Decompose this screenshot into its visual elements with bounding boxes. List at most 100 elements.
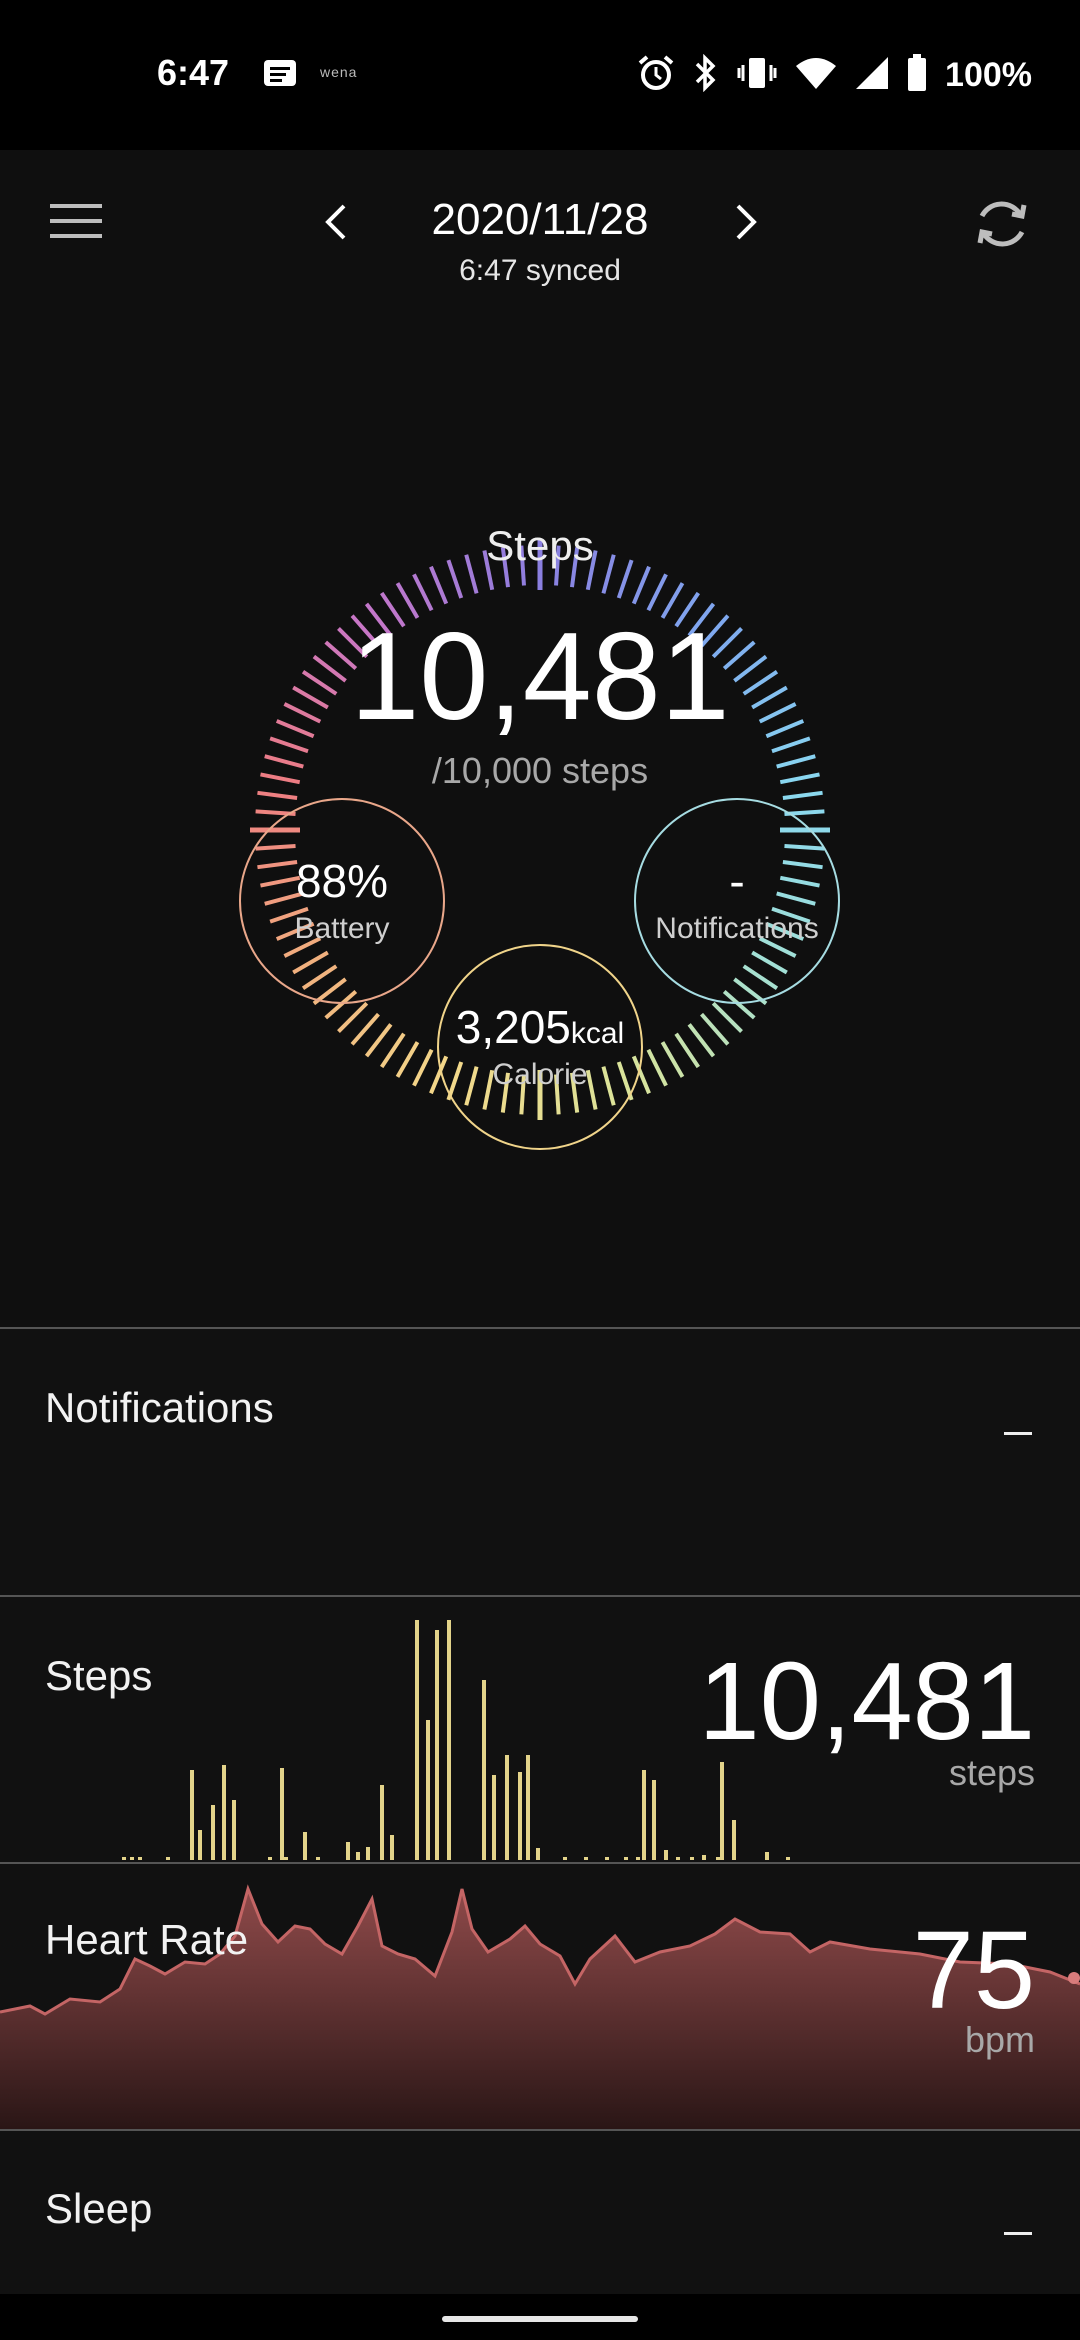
dial-label: Steps (486, 522, 594, 569)
steps-progress-ring (250, 540, 830, 1120)
calorie-label: Calorie (492, 1058, 588, 1092)
dial-tick (660, 1041, 685, 1078)
battery-metric[interactable]: 88% Battery (239, 798, 445, 1004)
steps-histogram-bar (605, 1857, 609, 1860)
sleep-card[interactable]: Sleep (0, 2129, 1080, 2296)
steps-histogram-bar (303, 1832, 307, 1860)
status-icons: 100% (637, 52, 1032, 98)
steps-histogram-bar (636, 1857, 640, 1860)
steps-histogram-bar (316, 1857, 320, 1860)
steps-histogram-bar (232, 1800, 236, 1860)
steps-histogram-bar (280, 1768, 284, 1860)
alarm-icon (637, 54, 675, 97)
steps-histogram-bar (211, 1805, 215, 1860)
notifications-card-value (1004, 1432, 1032, 1435)
steps-histogram-bar (166, 1857, 170, 1860)
dial-tick (412, 1048, 434, 1087)
steps-histogram-bar (130, 1857, 134, 1860)
steps-histogram-bar (505, 1755, 509, 1860)
notifications-metric[interactable]: - Notifications (634, 798, 840, 1004)
steps-histogram-bar (447, 1620, 451, 1860)
heart-rate-unit: bpm (964, 2019, 1035, 2060)
steps-histogram-bar (652, 1780, 656, 1860)
battery-value: 88% (295, 854, 389, 907)
steps-histogram-bar (664, 1850, 668, 1860)
calorie-unit: kcal (570, 1016, 625, 1050)
notifications-card-title: Notifications (45, 1384, 274, 1431)
dial-tick (337, 1001, 369, 1033)
steps-histogram-bar (366, 1847, 370, 1860)
calorie-metric[interactable]: 3,205kcal Calorie (437, 944, 643, 1150)
heart-rate-card[interactable]: Heart Rate 75 bpm (0, 1862, 1080, 2129)
sync-button[interactable] (972, 194, 1032, 254)
notifications-label: Notifications (655, 912, 819, 946)
calorie-value: 3,205 (455, 1000, 571, 1053)
heart-rate-value: 75 (912, 1909, 1035, 2032)
steps-histogram-bar (138, 1857, 142, 1860)
dial-steps-value: 10,481 (350, 608, 730, 746)
sync-status: 6:47 synced (459, 254, 621, 287)
steps-histogram-bar (346, 1842, 350, 1860)
status-time: 6:47 (157, 52, 230, 93)
dial-tick (687, 1023, 716, 1058)
chevron-right-icon (736, 204, 757, 240)
steps-card-title: Steps (45, 1652, 153, 1699)
steps-card-value: 10,481 (698, 1640, 1035, 1763)
dial-tick (782, 790, 823, 801)
heart-rate-current-dot (1068, 1972, 1080, 1984)
steps-histogram-bar (624, 1857, 628, 1860)
cellular-signal-icon (855, 56, 889, 95)
steps-histogram-bar (720, 1762, 724, 1860)
notifications-card[interactable]: Notifications (0, 1327, 1080, 1595)
dial-tick (364, 1023, 393, 1058)
steps-histogram-bar (518, 1772, 522, 1860)
dial-tick (700, 1012, 730, 1046)
navigation-bar (0, 2294, 1080, 2340)
steps-histogram-bar (642, 1770, 646, 1860)
home-gesture-handle[interactable] (442, 2316, 638, 2322)
status-bar: 6:47 wena 100% (0, 0, 1080, 150)
steps-histogram-bar (284, 1857, 288, 1860)
steps-histogram-bar (482, 1680, 486, 1860)
steps-histogram-bar (526, 1755, 530, 1860)
status-app-label: wena (320, 64, 358, 80)
steps-histogram-bar (765, 1852, 769, 1860)
steps-histogram-bar (536, 1848, 540, 1860)
steps-histogram-bar (390, 1835, 394, 1860)
steps-histogram-bar (356, 1852, 360, 1860)
message-icon (263, 59, 297, 94)
next-day-button[interactable] (728, 200, 764, 244)
wifi-icon (795, 56, 837, 95)
battery-icon (907, 53, 927, 97)
battery-label: Battery (294, 912, 390, 946)
heart-rate-card-title: Heart Rate (45, 1916, 249, 1963)
steps-histogram-bar (222, 1765, 226, 1860)
steps-card[interactable]: Steps 10,481 steps (0, 1595, 1080, 1862)
date-title: 2020/11/28 (431, 195, 649, 244)
sleep-card-value (1004, 2232, 1032, 2235)
steps-histogram-bar (122, 1857, 126, 1860)
dial-tick (711, 1001, 743, 1033)
steps-dial: Steps 10,481 /10,000 steps 88% Battery -… (0, 350, 1080, 1330)
dial-tick (674, 1032, 701, 1069)
notifications-value: - (729, 854, 745, 907)
vibrate-icon (737, 54, 777, 97)
app-header: 2020/11/28 6:47 synced (0, 150, 1080, 350)
steps-histogram-bar (190, 1770, 194, 1860)
steps-histogram-bar (268, 1857, 272, 1860)
dial-steps-goal: /10,000 steps (431, 750, 649, 791)
bluetooth-icon (693, 53, 719, 97)
steps-histogram-bar (198, 1830, 202, 1860)
sync-icon (977, 201, 1027, 247)
battery-percent: 100% (945, 55, 1032, 94)
dial-tick (646, 573, 668, 612)
steps-histogram-bar (492, 1775, 496, 1860)
steps-card-unit: steps (948, 1752, 1035, 1793)
steps-histogram-bar (786, 1857, 790, 1860)
steps-histogram-bar (732, 1820, 736, 1860)
steps-histogram-bar (435, 1630, 439, 1860)
dial-tick (631, 565, 651, 605)
steps-histogram-bar (690, 1857, 694, 1860)
dial-tick (395, 1041, 420, 1078)
steps-histogram-bar (380, 1785, 384, 1860)
